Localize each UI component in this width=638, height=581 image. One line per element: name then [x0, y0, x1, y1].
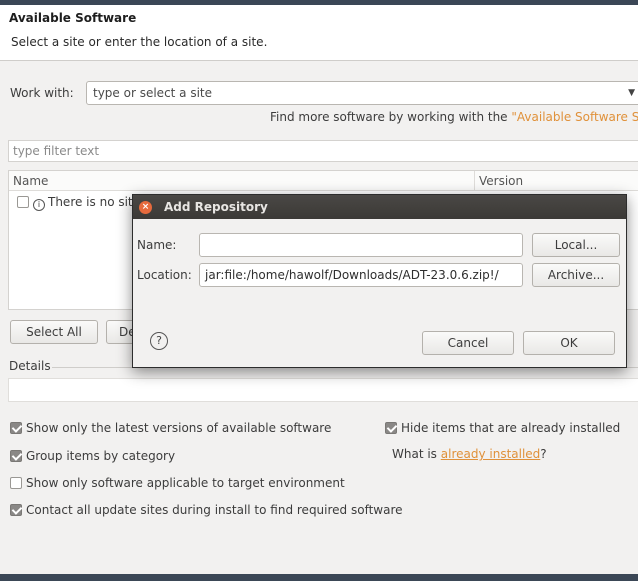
- find-more-text: Find more software by working with the "…: [270, 110, 638, 124]
- what-is-prefix: What is: [392, 447, 441, 461]
- applicable-only-checkbox[interactable]: [10, 477, 22, 489]
- info-icon: i: [33, 199, 45, 211]
- page-subtitle: Select a site or enter the location of a…: [11, 35, 268, 49]
- column-header-version[interactable]: Version: [479, 174, 523, 188]
- select-all-button[interactable]: Select All: [10, 320, 98, 344]
- applicable-only-option[interactable]: Show only software applicable to target …: [10, 476, 345, 490]
- help-icon[interactable]: ?: [150, 332, 168, 350]
- already-installed-link[interactable]: already installed: [441, 447, 541, 461]
- what-is-suffix: ?: [540, 447, 547, 461]
- contact-all-option[interactable]: Contact all update sites during install …: [10, 503, 403, 517]
- hide-installed-option[interactable]: Hide items that are already installed: [385, 421, 620, 435]
- latest-versions-option[interactable]: Show only the latest versions of availab…: [10, 421, 331, 435]
- column-divider[interactable]: [474, 171, 475, 191]
- local-button[interactable]: Local...: [532, 233, 620, 257]
- what-is-installed-text: What is already installed?: [392, 447, 547, 461]
- latest-versions-label: Show only the latest versions of availab…: [26, 421, 332, 435]
- location-field[interactable]: jar:file:/home/hawolf/Downloads/ADT-23.0…: [199, 263, 523, 287]
- name-field[interactable]: [199, 233, 523, 257]
- contact-all-checkbox[interactable]: [10, 504, 22, 516]
- row-text: There is no sit: [48, 195, 133, 209]
- cancel-button[interactable]: Cancel: [422, 331, 514, 355]
- applicable-only-label: Show only software applicable to target …: [26, 476, 345, 490]
- table-header: Name Version: [9, 171, 638, 191]
- add-repository-dialog: × Add Repository Name: Local... Location…: [132, 194, 627, 368]
- available-software-sites-link[interactable]: "Available Software S: [511, 110, 638, 124]
- find-more-prefix: Find more software by working with the: [270, 110, 512, 124]
- name-label: Name:: [137, 238, 177, 252]
- hide-installed-label: Hide items that are already installed: [401, 421, 621, 435]
- row-checkbox[interactable]: [17, 196, 29, 208]
- details-label: Details: [9, 359, 51, 373]
- close-icon[interactable]: ×: [139, 201, 152, 214]
- header-divider: [0, 60, 638, 61]
- details-area: [8, 378, 638, 402]
- ok-button[interactable]: OK: [523, 331, 615, 355]
- dialog-title-bar[interactable]: × Add Repository: [133, 195, 626, 219]
- chevron-down-icon[interactable]: ▼: [628, 88, 635, 98]
- location-label: Location:: [137, 268, 192, 282]
- dialog-title: Add Repository: [164, 200, 268, 214]
- group-by-category-checkbox[interactable]: [10, 450, 22, 462]
- group-by-category-option[interactable]: Group items by category: [10, 449, 175, 463]
- latest-versions-checkbox[interactable]: [10, 422, 22, 434]
- window-bottom-border: [0, 574, 638, 581]
- table-row[interactable]: i There is no sit: [17, 195, 133, 211]
- filter-placeholder: type filter text: [13, 144, 100, 158]
- filter-input[interactable]: type filter text: [8, 140, 638, 162]
- page-title: Available Software: [9, 11, 137, 25]
- archive-button[interactable]: Archive...: [532, 263, 620, 287]
- contact-all-label: Contact all update sites during install …: [26, 503, 403, 517]
- hide-installed-checkbox[interactable]: [385, 422, 397, 434]
- column-header-name[interactable]: Name: [13, 174, 48, 188]
- group-by-category-label: Group items by category: [26, 449, 176, 463]
- work-with-combo[interactable]: type or select a site ▼: [86, 81, 638, 105]
- work-with-label: Work with:: [10, 86, 74, 100]
- work-with-placeholder: type or select a site: [93, 86, 213, 100]
